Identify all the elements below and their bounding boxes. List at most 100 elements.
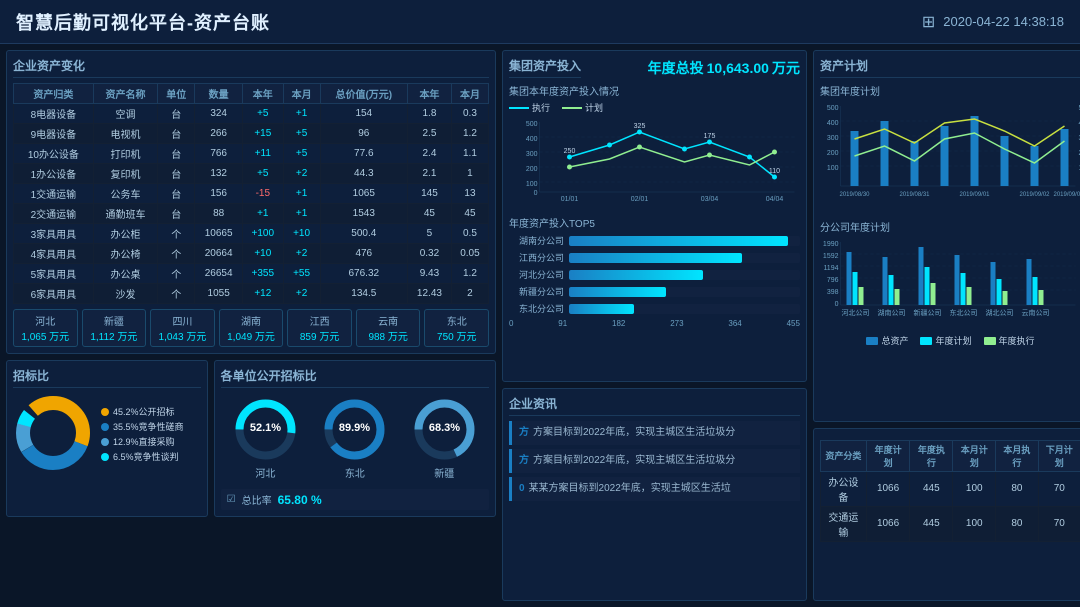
col-header-year: 本年 xyxy=(243,84,284,104)
col-header-name: 资产名称 xyxy=(93,84,157,104)
region-tag: 东北750 万元 xyxy=(424,309,489,347)
plan-table-panel: 资产分类 年度计划 年度执行 本月计划 本月执行 下月计划 办公设备106644… xyxy=(813,428,1080,601)
svg-text:2019/09/02: 2019/09/02 xyxy=(1019,192,1050,198)
legend-line-plan xyxy=(562,107,582,109)
total-bid-label: 总比率 xyxy=(242,492,272,507)
left-column: 企业资产变化 资产归类 资产名称 单位 数量 本年 本月 总价值(万元) 本年 … xyxy=(6,50,496,601)
year-total-unit: 万元 xyxy=(772,60,800,76)
total-bid-value: 65.80 % xyxy=(278,493,322,507)
legend-plan: 计划 xyxy=(562,101,603,114)
donut-dongbei: 89.9% 东北 xyxy=(322,397,387,480)
plan-table: 资产分类 年度计划 年度执行 本月计划 本月执行 下月计划 办公设备106644… xyxy=(820,440,1080,542)
company-plan-subtitle: 分公司年度计划 xyxy=(820,219,1080,234)
news-item-2: 方方案目标到2022年底，实现主城区生活垃圾分 xyxy=(509,449,800,473)
col-header-category: 资产归类 xyxy=(14,84,94,104)
plan-table-row: 交通运输10664451008070 xyxy=(821,506,1080,541)
group-plan-subtitle: 集团年度计划 xyxy=(820,83,1080,98)
bid-ratio-title: 招标比 xyxy=(13,367,201,388)
col-header-total: 总价值(万元) xyxy=(320,84,407,104)
legend-public: 45.2%公开招标 xyxy=(101,405,184,418)
svg-text:2019/09/03: 2019/09/03 xyxy=(1053,192,1080,198)
top5-list: 湖南分公司 江西分公司 河北分公司 新疆分公司 东北分公司 xyxy=(509,234,800,315)
region-bar: 河北1,065 万元新疆1,112 万元四川1,043 万元湖南1,049 万元… xyxy=(13,309,489,347)
news-panel: 企业资讯 方方案目标到2022年底，实现主城区生活垃圾分 方方案目标到2022年… xyxy=(502,388,807,601)
legend-execute: 执行 xyxy=(509,101,550,114)
table-row: 1办公设备复印机台132+5+244.32.11 xyxy=(14,164,489,184)
donut-hebei: 52.1% 河北 xyxy=(233,397,298,480)
legend-total xyxy=(866,337,878,345)
donut-dongbei-label: 东北 xyxy=(322,465,387,480)
group-investment-panel: 集团资产投入 年度总投 10,643.00 万元 集团本年度资产投入情况 执行 … xyxy=(502,50,807,382)
donut-hebei-label: 河北 xyxy=(233,465,298,480)
svg-text:0: 0 xyxy=(835,301,839,308)
total-bid: ☑ 总比率 65.80 % xyxy=(221,489,489,510)
news-title: 企业资讯 xyxy=(509,395,800,416)
donut-dongbei-pct: 89.9% xyxy=(339,422,370,434)
news-item-3: 0某某方案目标到2022年底，实现主城区生活垃 xyxy=(509,477,800,501)
svg-text:400: 400 xyxy=(526,136,538,143)
region-tag: 四川1,043 万元 xyxy=(150,309,215,347)
svg-text:500: 500 xyxy=(526,121,538,128)
svg-text:100: 100 xyxy=(827,165,839,172)
group-investment-title: 集团资产投入 xyxy=(509,57,581,78)
mid-column: 集团资产投入 年度总投 10,643.00 万元 集团本年度资产投入情况 执行 … xyxy=(502,50,807,601)
hbar-hunan: 湖南分公司 xyxy=(509,234,800,247)
region-tag: 云南988 万元 xyxy=(356,309,421,347)
svg-text:东北公司: 东北公司 xyxy=(950,308,978,317)
svg-text:2019/08/30: 2019/08/30 xyxy=(839,192,870,198)
top5-scale: 091182273364455 xyxy=(509,319,800,328)
svg-text:湖南公司: 湖南公司 xyxy=(878,308,906,317)
investment-line-chart: 500 400 300 200 100 0 01/01 02/01 03/04 … xyxy=(509,117,800,207)
legend-direct: 12.9%直接采购 xyxy=(101,435,184,448)
table-row: 6家具用具沙发个1055+12+2134.512.432 xyxy=(14,284,489,304)
table-row: 2交通运输通勤班车台88+1+115434545 xyxy=(14,204,489,224)
year-total-value: 10,643.00 xyxy=(707,60,769,76)
hbar-fill-dongbei xyxy=(569,304,634,314)
col-header-month: 本月 xyxy=(283,84,320,104)
donut-dongbei-svg: 89.9% xyxy=(322,397,387,462)
col-header-qty: 数量 xyxy=(195,84,243,104)
datetime: 2020-04-22 14:38:18 xyxy=(943,14,1064,29)
svg-text:04/04: 04/04 xyxy=(766,196,784,203)
col-header-year2: 本年 xyxy=(407,84,451,104)
donut-hebei-pct: 52.1% xyxy=(250,422,281,434)
bid-pie-chart xyxy=(13,393,93,473)
svg-text:02/01: 02/01 xyxy=(631,196,649,203)
svg-text:河北公司: 河北公司 xyxy=(842,309,870,317)
svg-text:03/04: 03/04 xyxy=(701,196,719,203)
group-plan-chart: 500 400 300 200 100 2019/08/30 xyxy=(820,101,1080,211)
legend-line-execute xyxy=(509,107,529,109)
svg-text:398: 398 xyxy=(827,289,839,296)
page-title: 智慧后勤可视化平台-资产台账 xyxy=(16,9,270,35)
svg-text:250: 250 xyxy=(564,148,576,155)
svg-text:1592: 1592 xyxy=(823,253,839,260)
svg-text:云南公司: 云南公司 xyxy=(1022,308,1050,317)
year-total: 年度总投 10,643.00 万元 xyxy=(648,58,800,78)
svg-text:1990: 1990 xyxy=(823,241,839,248)
hbar-hebei: 河北分公司 xyxy=(509,268,800,281)
company-plan-chart: 1990 1592 1194 796 398 0 xyxy=(820,237,1080,327)
asset-table: 资产归类 资产名称 单位 数量 本年 本月 总价值(万元) 本年 本月 8电器设… xyxy=(13,83,489,304)
investment-header: 集团资产投入 年度总投 10,643.00 万元 xyxy=(509,57,800,83)
hbar-fill-hebei xyxy=(569,270,703,280)
donut-hebei-svg: 52.1% xyxy=(233,397,298,462)
donut-xinjiang: 68.3% 新疆 xyxy=(412,397,477,480)
hbar-jiangxi: 江西分公司 xyxy=(509,251,800,264)
hbar-xinjiang: 新疆分公司 xyxy=(509,285,800,298)
donut-row: 52.1% 河北 89.9% 东北 xyxy=(221,393,489,484)
region-tag: 新疆1,112 万元 xyxy=(82,309,147,347)
donut-xinjiang-label: 新疆 xyxy=(412,465,477,480)
svg-text:新疆公司: 新疆公司 xyxy=(914,308,942,317)
svg-text:110: 110 xyxy=(769,168,780,175)
chart-subtitle: 集团本年度资产投入情况 xyxy=(509,83,800,98)
asset-change-panel: 企业资产变化 资产归类 资产名称 单位 数量 本年 本月 总价值(万元) 本年 … xyxy=(6,50,496,354)
table-row: 10办公设备打印机台766+11+577.62.41.1 xyxy=(14,144,489,164)
right-column: 资产计划 集团年度计划 500 400 300 200 100 xyxy=(813,50,1080,601)
table-row: 4家具用具办公椅个20664+10+24760.320.05 xyxy=(14,244,489,264)
svg-text:796: 796 xyxy=(827,277,839,284)
company-plan-legend: 总资产 年度计划 年度执行 xyxy=(820,334,1080,347)
svg-text:0: 0 xyxy=(534,190,538,197)
table-row: 9电器设备电视机台266+15+5962.51.2 xyxy=(14,124,489,144)
legend-negotiation: 6.5%竞争性谈判 xyxy=(101,450,184,463)
table-row: 1交通运输公务车台156-15+1106514513 xyxy=(14,184,489,204)
